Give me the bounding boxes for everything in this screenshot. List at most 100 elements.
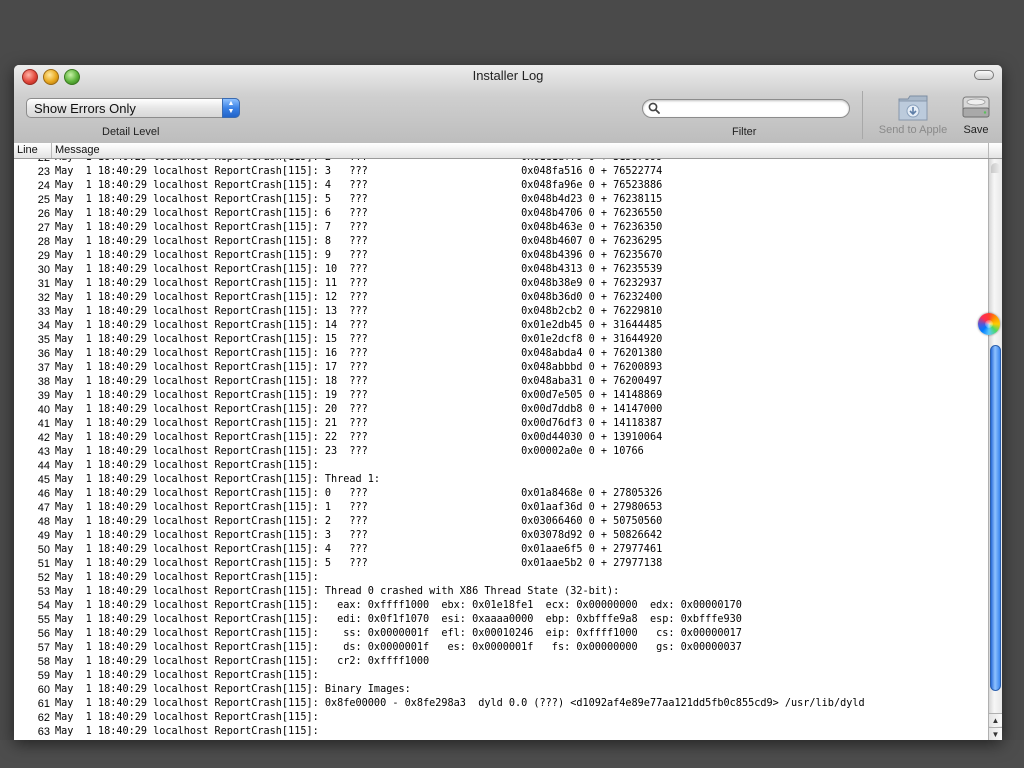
search-icon	[648, 102, 660, 114]
log-message: May 1 18:40:29 localhost ReportCrash[115…	[55, 250, 663, 261]
table-row[interactable]: 37 May 1 18:40:29 localhost ReportCrash[1…	[14, 361, 988, 375]
table-row[interactable]: 63 May 1 18:40:29 localhost ReportCrash[1…	[14, 725, 988, 739]
table-row[interactable]: 45 May 1 18:40:29 localhost ReportCrash[1…	[14, 473, 988, 487]
table-row[interactable]: 36 May 1 18:40:29 localhost ReportCrash[1…	[14, 347, 988, 361]
table-row[interactable]: 25 May 1 18:40:29 localhost ReportCrash[1…	[14, 193, 988, 207]
search-input[interactable]	[665, 101, 845, 118]
log-message: May 1 18:40:29 localhost ReportCrash[115…	[55, 222, 663, 233]
log-message: May 1 18:40:29 localhost ReportCrash[115…	[55, 376, 663, 387]
table-row[interactable]: 55 May 1 18:40:29 localhost ReportCrash[1…	[14, 613, 988, 627]
scrollbar-top-cap	[991, 163, 1000, 173]
log-message: May 1 18:40:29 localhost ReportCrash[115…	[55, 292, 663, 303]
window-title: Installer Log	[472, 68, 544, 83]
line-number: 46	[37, 488, 50, 500]
scroll-down-arrow-icon[interactable]: ▼	[989, 727, 1002, 740]
log-message: May 1 18:40:29 localhost ReportCrash[115…	[55, 194, 663, 205]
table-row[interactable]: 34 May 1 18:40:29 localhost ReportCrash[1…	[14, 319, 988, 333]
header-corner	[988, 143, 1002, 158]
table-row[interactable]: 56 May 1 18:40:29 localhost ReportCrash[1…	[14, 627, 988, 641]
table-row[interactable]: 48 May 1 18:40:29 localhost ReportCrash[1…	[14, 515, 988, 529]
line-number: 43	[37, 446, 50, 458]
table-row[interactable]: 61 May 1 18:40:29 localhost ReportCrash[1…	[14, 697, 988, 711]
line-number: 30	[37, 264, 50, 276]
table-row[interactable]: 58 May 1 18:40:29 localhost ReportCrash[1…	[14, 655, 988, 669]
log-message: May 1 18:40:29 localhost ReportCrash[115…	[55, 264, 663, 275]
line-number: 33	[37, 306, 50, 318]
line-number: 56	[37, 628, 50, 640]
send-to-apple-button[interactable]: Send to Apple	[872, 91, 954, 136]
line-number: 41	[37, 418, 50, 430]
line-number: 63	[37, 726, 50, 738]
table-row[interactable]: 52 May 1 18:40:29 localhost ReportCrash[1…	[14, 571, 988, 585]
line-number: 57	[37, 642, 50, 654]
line-number: 50	[37, 544, 50, 556]
table-row[interactable]: 46 May 1 18:40:29 localhost ReportCrash[1…	[14, 487, 988, 501]
table-row[interactable]: 41 May 1 18:40:29 localhost ReportCrash[1…	[14, 417, 988, 431]
log-message: May 1 18:40:29 localhost ReportCrash[115…	[55, 530, 663, 541]
table-row[interactable]: 23 May 1 18:40:29 localhost ReportCrash[1…	[14, 165, 988, 179]
log-message: May 1 18:40:29 localhost ReportCrash[115…	[55, 586, 620, 597]
detail-level-value: Show Errors Only	[34, 101, 136, 116]
table-row[interactable]: 47 May 1 18:40:29 localhost ReportCrash[1…	[14, 501, 988, 515]
table-row[interactable]: 49 May 1 18:40:29 localhost ReportCrash[1…	[14, 529, 988, 543]
line-number: 39	[37, 390, 50, 402]
log-message: May 1 18:40:29 localhost ReportCrash[115…	[55, 474, 381, 485]
filter-search-field[interactable]	[642, 99, 850, 118]
log-message: May 1 18:40:29 localhost ReportCrash[115…	[55, 278, 663, 289]
log-message: May 1 18:40:29 localhost ReportCrash[115…	[55, 362, 663, 373]
table-row[interactable]: 62 May 1 18:40:29 localhost ReportCrash[1…	[14, 711, 988, 725]
table-row[interactable]: 39 May 1 18:40:29 localhost ReportCrash[1…	[14, 389, 988, 403]
line-number: 62	[37, 712, 50, 724]
beachball-spinner-icon	[978, 313, 1000, 335]
vertical-scrollbar[interactable]: ▲ ▼	[988, 159, 1002, 740]
log-message: May 1 18:40:29 localhost ReportCrash[115…	[55, 180, 663, 191]
table-row[interactable]: 51 May 1 18:40:29 localhost ReportCrash[1…	[14, 557, 988, 571]
toolbar-toggle-button[interactable]	[974, 70, 994, 80]
table-row[interactable]: 32 May 1 18:40:29 localhost ReportCrash[1…	[14, 291, 988, 305]
table-row[interactable]: 57 May 1 18:40:29 localhost ReportCrash[1…	[14, 641, 988, 655]
line-number: 36	[37, 348, 50, 360]
scroll-thumb[interactable]	[990, 345, 1001, 691]
log-message: May 1 18:40:29 localhost ReportCrash[115…	[55, 348, 663, 359]
log-message: May 1 18:40:29 localhost ReportCrash[115…	[55, 446, 644, 457]
table-row[interactable]: 26 May 1 18:40:29 localhost ReportCrash[1…	[14, 207, 988, 221]
table-row[interactable]: 60 May 1 18:40:29 localhost ReportCrash[1…	[14, 683, 988, 697]
table-row[interactable]: 35 May 1 18:40:29 localhost ReportCrash[1…	[14, 333, 988, 347]
table-row[interactable]: 43 May 1 18:40:29 localhost ReportCrash[1…	[14, 445, 988, 459]
line-number: 24	[37, 180, 50, 192]
column-header-line[interactable]: Line	[14, 143, 52, 158]
line-number: 48	[37, 516, 50, 528]
table-row[interactable]: 59 May 1 18:40:29 localhost ReportCrash[1…	[14, 669, 988, 683]
line-number: 51	[37, 558, 50, 570]
detail-level-popup[interactable]: Show Errors Only ▲ ▼	[26, 98, 240, 118]
table-row[interactable]: 33 May 1 18:40:29 localhost ReportCrash[1…	[14, 305, 988, 319]
log-message: May 1 18:40:29 localhost ReportCrash[115…	[55, 404, 663, 415]
log-table[interactable]: 22May 1 18:40:29 localhost ReportCrash[1…	[14, 159, 988, 740]
table-row[interactable]: 50 May 1 18:40:29 localhost ReportCrash[1…	[14, 543, 988, 557]
table-row[interactable]: 53 May 1 18:40:29 localhost ReportCrash[1…	[14, 585, 988, 599]
line-number: 32	[37, 292, 50, 304]
log-message: May 1 18:40:29 localhost ReportCrash[115…	[55, 558, 663, 569]
hard-disk-icon	[962, 96, 990, 118]
table-row[interactable]: 30 May 1 18:40:29 localhost ReportCrash[1…	[14, 263, 988, 277]
table-row[interactable]: 44 May 1 18:40:29 localhost ReportCrash[1…	[14, 459, 988, 473]
table-row[interactable]: 28 May 1 18:40:29 localhost ReportCrash[1…	[14, 235, 988, 249]
log-message: May 1 18:40:29 localhost ReportCrash[115…	[55, 628, 742, 639]
log-message: May 1 18:40:29 localhost ReportCrash[115…	[55, 670, 319, 681]
table-row[interactable]: 31 May 1 18:40:29 localhost ReportCrash[1…	[14, 277, 988, 291]
table-row[interactable]: 54 May 1 18:40:29 localhost ReportCrash[1…	[14, 599, 988, 613]
column-header-message[interactable]: Message	[52, 143, 988, 158]
table-row[interactable]: 42 May 1 18:40:29 localhost ReportCrash[1…	[14, 431, 988, 445]
table-row[interactable]: 29 May 1 18:40:29 localhost ReportCrash[1…	[14, 249, 988, 263]
scroll-up-arrow-icon[interactable]: ▲	[989, 713, 1002, 726]
table-row[interactable]: 27 May 1 18:40:29 localhost ReportCrash[1…	[14, 221, 988, 235]
line-number: 40	[37, 404, 50, 416]
save-button[interactable]: Save	[954, 91, 998, 136]
table-row[interactable]: 24 May 1 18:40:29 localhost ReportCrash[1…	[14, 179, 988, 193]
line-number: 26	[37, 208, 50, 220]
save-label: Save	[963, 124, 989, 136]
table-row[interactable]: 40 May 1 18:40:29 localhost ReportCrash[1…	[14, 403, 988, 417]
table-row[interactable]: 38 May 1 18:40:29 localhost ReportCrash[1…	[14, 375, 988, 389]
log-message: May 1 18:40:29 localhost ReportCrash[115…	[55, 572, 319, 583]
line-number: 45	[37, 474, 50, 486]
